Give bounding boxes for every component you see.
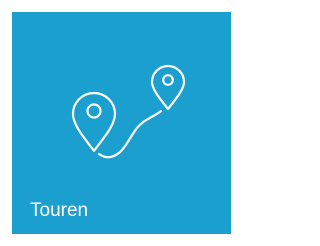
tours-tile[interactable]: Touren	[12, 12, 231, 234]
route-line	[97, 109, 163, 159]
map-pin-end	[150, 64, 186, 111]
tile-label: Touren	[30, 200, 89, 221]
map-pin-start	[71, 91, 117, 153]
map-pin-end-dot	[162, 74, 174, 86]
map-pin-start-dot	[86, 103, 102, 119]
